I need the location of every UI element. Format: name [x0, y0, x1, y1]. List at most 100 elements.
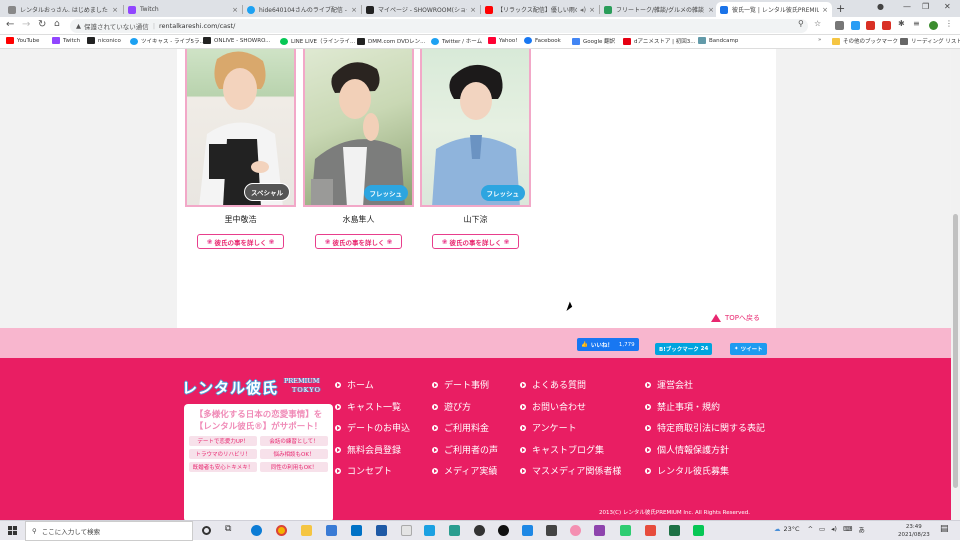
forward-icon[interactable]: → [22, 19, 30, 30]
app-icon[interactable] [594, 525, 605, 536]
close-icon[interactable]: × [470, 6, 476, 14]
edge-icon[interactable] [251, 525, 262, 536]
app-icon[interactable] [424, 525, 435, 536]
footer-link[interactable]: ご利用料金 [432, 421, 489, 434]
footer-link[interactable]: メディア実績 [432, 464, 497, 477]
scrollbar-thumb[interactable] [953, 214, 958, 488]
app-icon[interactable] [546, 525, 557, 536]
close-icon[interactable]: × [708, 6, 714, 14]
chrome-icon[interactable] [276, 525, 287, 536]
footer-link[interactable]: お問い合わせ [520, 400, 586, 413]
page-scrollbar[interactable] [951, 49, 960, 520]
task-view-icon[interactable]: ⧉ [225, 524, 236, 535]
keyboard-icon[interactable]: ⌨ [843, 525, 852, 533]
bookmark-item[interactable]: YouTube [6, 37, 39, 44]
windows-start-icon[interactable] [8, 526, 17, 535]
bookmark-item[interactable]: niconico [87, 37, 121, 44]
footer-link[interactable]: マスメディア関係者様 [520, 464, 621, 477]
menu-icon[interactable]: ⋮ [945, 19, 953, 28]
bookmark-item[interactable]: ONLIVE - SHOWRO... [203, 37, 270, 44]
home-icon[interactable]: ⌂ [54, 19, 60, 29]
bookmark-item[interactable]: Twitter / ホーム [431, 37, 482, 45]
notification-icon[interactable]: ▤ [940, 524, 951, 535]
close-icon[interactable]: × [589, 6, 595, 14]
app-icon[interactable] [401, 525, 412, 536]
weather-temp[interactable]: 23°C [784, 525, 800, 533]
close-window-icon[interactable]: ✕ [944, 2, 951, 11]
bookmark-item[interactable]: Yahoo! [488, 37, 517, 44]
close-icon[interactable]: × [112, 6, 118, 14]
footer-link[interactable]: ご利用者の声 [432, 443, 498, 456]
bookmark-item[interactable]: Facebook [524, 37, 561, 44]
browser-tab[interactable]: 【リラックス配信】優しい雨の音◂)× [481, 2, 599, 17]
footer-link[interactable]: 特定商取引法に関する表記 [645, 421, 765, 434]
cast-photo[interactable]: フレッシュ [303, 49, 414, 207]
cast-photo[interactable]: スペシャル [185, 49, 296, 207]
cast-photo[interactable]: フレッシュ [420, 49, 531, 207]
cast-detail-button[interactable]: ❀ 彼氏の事を詳しく ❀ [197, 234, 284, 249]
cast-card[interactable]: スペシャル 里中敬浩 ❀ 彼氏の事を詳しく ❀ [185, 49, 296, 249]
cast-detail-button[interactable]: ❀ 彼氏の事を詳しく ❀ [315, 234, 402, 249]
cast-card[interactable]: フレッシュ 水島隼人 ❀ 彼氏の事を詳しく ❀ [303, 49, 414, 249]
footer-link[interactable]: キャストブログ集 [520, 443, 604, 456]
footer-link[interactable]: デート事例 [432, 378, 489, 391]
volume-icon[interactable]: ◂) [831, 525, 837, 533]
bookmark-item[interactable]: Bandcamp [698, 37, 738, 44]
footer-link[interactable]: 遊び方 [432, 400, 471, 413]
store-icon[interactable] [326, 525, 337, 536]
bookmark-item[interactable]: Google 翻訳 [572, 37, 615, 45]
star-icon[interactable]: ☆ [814, 19, 821, 28]
footer-link[interactable]: ホーム [335, 378, 374, 391]
tweet-button[interactable]: ✦ ツイート [730, 343, 767, 355]
close-icon[interactable]: × [232, 6, 238, 14]
browser-tab[interactable]: hide640104さんのライブ配信 - ツイ× [243, 2, 361, 17]
chevron-right-icon[interactable]: » [818, 37, 821, 43]
back-icon[interactable]: ← [6, 19, 14, 30]
app-icon[interactable] [570, 525, 581, 536]
ime-indicator[interactable]: あ [858, 524, 865, 534]
extension-icon[interactable] [882, 21, 891, 30]
app-icon[interactable] [449, 525, 460, 536]
close-icon[interactable]: × [351, 6, 357, 14]
footer-link[interactable]: 禁止事項・規約 [645, 400, 720, 413]
app-icon[interactable] [620, 525, 631, 536]
reading-list[interactable]: リーディング リスト [900, 37, 960, 45]
footer-link[interactable]: 運営会社 [645, 378, 693, 391]
excel-icon[interactable] [669, 525, 680, 536]
extension-icon[interactable] [835, 21, 844, 30]
line-icon[interactable] [693, 525, 704, 536]
app-icon[interactable] [645, 525, 656, 536]
cortana-icon[interactable] [202, 526, 211, 535]
footer-link[interactable]: レンタル彼氏募集 [645, 464, 729, 477]
clock[interactable]: 23:49 2021/08/23 [898, 523, 930, 539]
maximize-icon[interactable]: ❐ [922, 2, 929, 11]
close-icon[interactable]: × [822, 6, 828, 14]
footer-link[interactable]: キャスト一覧 [335, 400, 401, 413]
network-icon[interactable]: ▭ [819, 525, 825, 533]
footer-link[interactable]: コンセプト [335, 464, 392, 477]
app-icon[interactable] [474, 525, 485, 536]
browser-tab[interactable]: Twitch × [124, 2, 242, 17]
bookmark-item[interactable]: dアニメストア | 初回3... [623, 37, 695, 45]
browser-tab[interactable]: フリートーク/雑談/グルメの雑談・掲示× [600, 2, 718, 17]
bookmark-item[interactable]: ツイキャス - ライブ5ラ... [130, 37, 205, 45]
browser-tab[interactable]: レンタルおっさん. はじめました - 202× [4, 2, 122, 17]
browser-tab-active[interactable]: 彼氏一覧 | レンタル彼氏PREMIUM × [716, 2, 832, 17]
browser-tab[interactable]: マイページ - SHOWROOM(ショール× [362, 2, 480, 17]
url-input[interactable]: ▲ 保護されていない通信 | rentalkareshi.com/cast/ [70, 19, 808, 33]
new-tab-button[interactable]: + [836, 2, 845, 15]
chevron-up-icon[interactable]: ^ [808, 525, 813, 533]
footer-link[interactable]: アンケート [520, 421, 577, 434]
cast-detail-button[interactable]: ❀ 彼氏の事を詳しく ❀ [432, 234, 519, 249]
speaker-icon[interactable]: ◂) [580, 6, 586, 14]
footer-banner[interactable]: 【多様化する日本の恋愛事情】を 【レンタル彼氏®】がサポート！ デートで恋愛力UP… [184, 404, 333, 520]
footer-logo[interactable]: レンタル彼氏 PREMIUM TOKYO [182, 377, 334, 401]
extension-icon[interactable] [866, 21, 875, 30]
puzzle-icon[interactable]: ✱ [898, 19, 905, 28]
footer-link[interactable]: 個人情報保護方針 [645, 443, 729, 456]
taskbar-search-input[interactable]: ⚲ ここに入力して検索 [25, 521, 193, 541]
record-icon[interactable]: ● [877, 2, 884, 11]
facebook-like-button[interactable]: 👍 いいね！ 1,779 [577, 338, 639, 351]
bookmark-item[interactable]: Twitch [52, 37, 80, 44]
other-bookmarks[interactable]: その他のブックマーク [832, 37, 898, 45]
